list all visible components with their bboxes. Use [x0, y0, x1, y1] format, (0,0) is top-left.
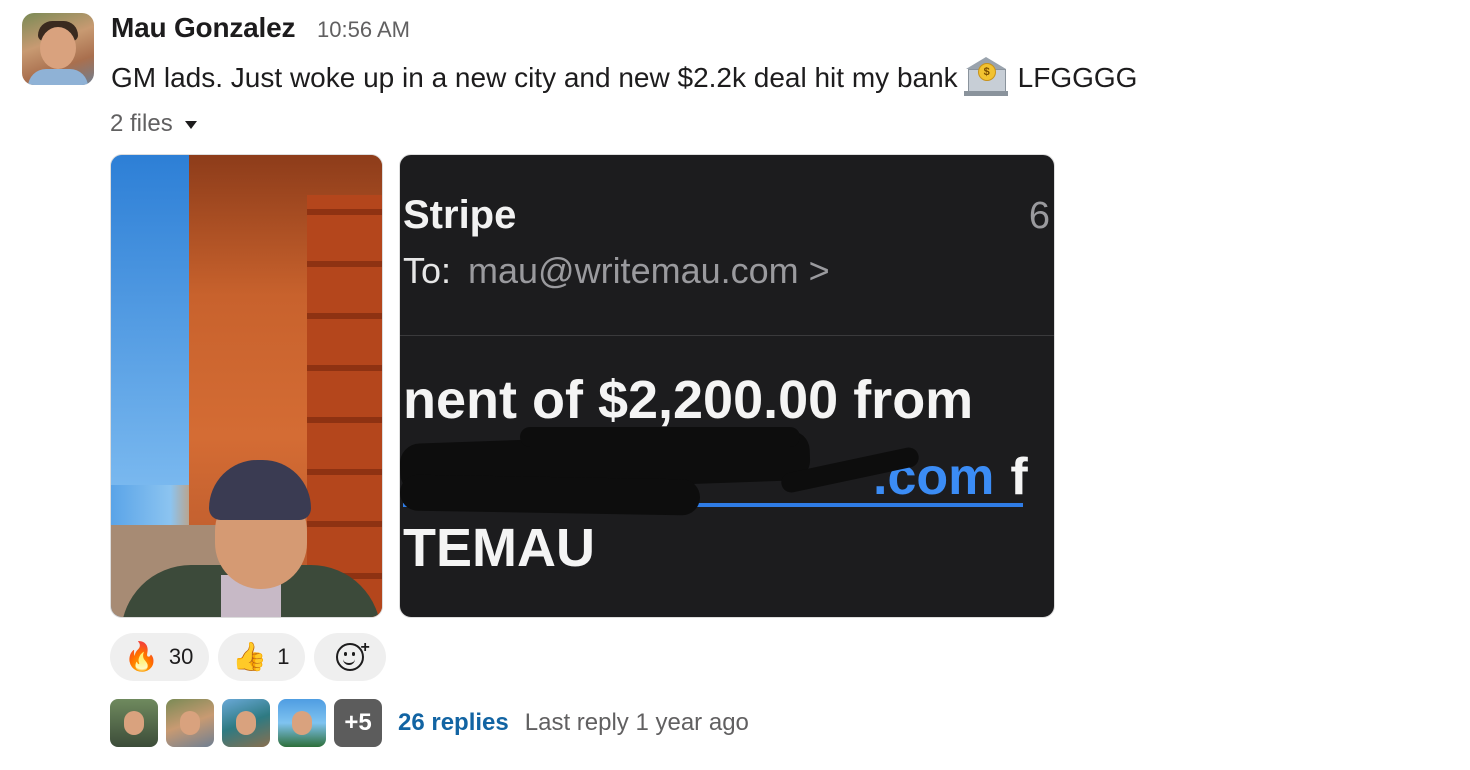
reply-avatar[interactable] — [166, 699, 214, 747]
message-text-before: GM lads. Just woke up in a new city and … — [111, 62, 958, 93]
last-reply-text: Last reply 1 year ago — [524, 709, 749, 736]
reactions-bar: 🔥 30 👍 1 + — [110, 633, 387, 681]
add-reaction-icon: + — [336, 639, 370, 671]
avatar-face — [40, 27, 76, 69]
email-sender: Stripe — [403, 193, 517, 237]
thread-summary: +5 26 replies Last reply 1 year ago — [110, 699, 749, 747]
file-image-stripe-email[interactable]: Stripe 6 To: mau@writemau.com > nent of … — [399, 154, 1055, 618]
email-to-address: mau@writemau.com > — [468, 250, 830, 291]
reply-avatar[interactable] — [110, 699, 158, 747]
avatar-shirt — [28, 69, 88, 85]
email-link-tail: f — [1010, 448, 1028, 506]
caret-down-icon — [184, 121, 197, 129]
email-payment-line: nent of $2,200.00 from — [403, 370, 974, 430]
bank-icon: $ — [963, 55, 1008, 97]
fire-icon: 🔥 — [124, 640, 159, 673]
add-reaction-button[interactable]: + — [314, 633, 387, 681]
reaction-thumbsup[interactable]: 👍 1 — [218, 633, 306, 681]
file-image-selfie[interactable] — [110, 154, 383, 618]
redaction-scribble — [520, 427, 800, 447]
email-divider — [400, 335, 1054, 336]
message-text: GM lads. Just woke up in a new city and … — [111, 55, 1137, 97]
message-timestamp[interactable]: 10:56 AM — [317, 17, 410, 43]
replies-link[interactable]: 26 replies — [398, 709, 509, 737]
more-repliers-badge[interactable]: +5 — [334, 699, 382, 747]
email-name-line: TEMAU — [403, 518, 595, 578]
email-count: 6 — [1028, 195, 1050, 237]
reply-avatar[interactable] — [278, 699, 326, 747]
author-avatar[interactable] — [22, 13, 94, 85]
thumbs-up-icon: 👍 — [232, 640, 268, 673]
reaction-count: 1 — [277, 644, 290, 669]
author-name[interactable]: Mau Gonzalez — [111, 12, 295, 44]
files-label: 2 files — [110, 110, 173, 137]
reaction-fire[interactable]: 🔥 30 — [110, 633, 210, 681]
email-to-label: To: — [403, 250, 452, 291]
files-toggle[interactable]: 2 files — [110, 110, 197, 138]
reply-avatar[interactable] — [222, 699, 270, 747]
reaction-count: 30 — [168, 644, 194, 669]
redaction-scribble — [400, 474, 701, 516]
message-text-after: LFGGGG — [1017, 62, 1138, 93]
